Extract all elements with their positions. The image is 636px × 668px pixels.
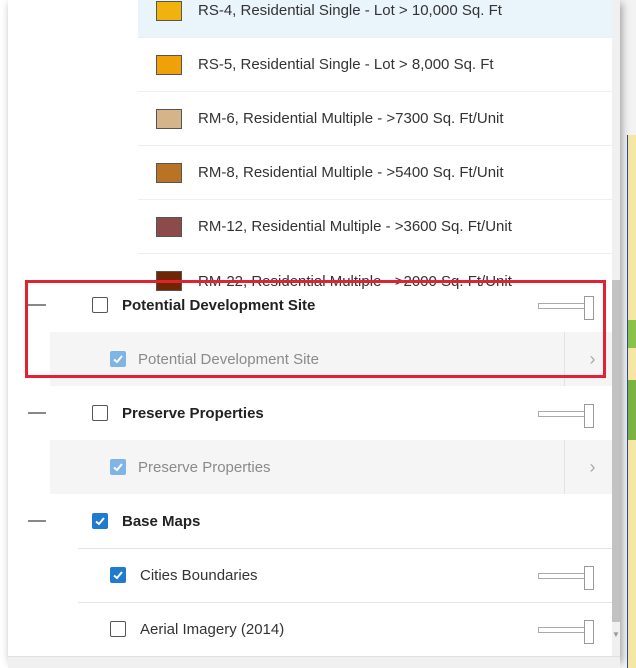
- layer-visibility-checkbox[interactable]: [92, 405, 108, 421]
- sublayer-potential-development-site[interactable]: Potential Development Site ›: [50, 332, 620, 386]
- legend-item: RM-6, Residential Multiple - >7300 Sq. F…: [138, 92, 620, 146]
- layer-label: Base Maps: [122, 512, 201, 530]
- sublayer-label: Preserve Properties: [138, 458, 271, 476]
- legend-item: RS-4, Residential Single - Lot > 10,000 …: [138, 0, 620, 38]
- layer-visibility-checkbox[interactable]: [92, 513, 108, 529]
- layer-label: Potential Development Site: [122, 296, 316, 314]
- opacity-slider[interactable]: [538, 620, 596, 644]
- sublayer-visibility-checkbox[interactable]: [110, 459, 126, 475]
- layer-visibility-checkbox[interactable]: [92, 297, 108, 313]
- legend-swatch: [156, 54, 182, 75]
- legend-swatch: [156, 0, 182, 21]
- legend-label: RM-12, Residential Multiple - >3600 Sq. …: [198, 218, 512, 235]
- legend-swatch: [156, 108, 182, 129]
- layer-label: Cities Boundaries: [140, 566, 258, 584]
- legend-item: RS-5, Residential Single - Lot > 8,000 S…: [138, 38, 620, 92]
- scroll-down-icon[interactable]: ▼: [612, 630, 620, 639]
- collapse-icon[interactable]: [28, 520, 46, 522]
- layer-preserve-properties[interactable]: Preserve Properties: [8, 386, 612, 440]
- layer-base-maps[interactable]: Base Maps: [8, 494, 612, 548]
- sublayer-visibility-checkbox[interactable]: [110, 351, 126, 367]
- legend-item: RM-8, Residential Multiple - >5400 Sq. F…: [138, 146, 620, 200]
- layer-aerial-imagery[interactable]: Aerial Imagery (2014): [8, 602, 612, 656]
- layer-cities-boundaries[interactable]: Cities Boundaries: [8, 548, 612, 602]
- scrollbar-thumb[interactable]: [612, 280, 620, 622]
- legend-label: RS-5, Residential Single - Lot > 8,000 S…: [198, 56, 494, 73]
- layer-label: Aerial Imagery (2014): [140, 620, 285, 638]
- layer-label: Preserve Properties: [122, 404, 264, 422]
- sublayer-preserve-properties[interactable]: Preserve Properties ›: [50, 440, 620, 494]
- map-feature: [628, 380, 636, 440]
- legend-item: RM-12, Residential Multiple - >3600 Sq. …: [138, 200, 620, 254]
- layer-visibility-checkbox[interactable]: [110, 567, 126, 583]
- collapse-icon[interactable]: [28, 304, 46, 306]
- panel-footer: [8, 656, 620, 668]
- map-feature: [628, 320, 636, 348]
- legend-swatch: [156, 216, 182, 237]
- legend-label: RM-8, Residential Multiple - >5400 Sq. F…: [198, 164, 504, 181]
- opacity-slider[interactable]: [538, 404, 596, 428]
- collapse-icon[interactable]: [28, 412, 46, 414]
- legend-label: RM-6, Residential Multiple - >7300 Sq. F…: [198, 110, 504, 127]
- legend-swatch: [156, 162, 182, 183]
- legend-label: RS-4, Residential Single - Lot > 10,000 …: [198, 2, 502, 19]
- opacity-slider[interactable]: [538, 566, 596, 590]
- layer-visibility-checkbox[interactable]: [110, 621, 126, 637]
- layer-potential-development-site[interactable]: Potential Development Site: [8, 278, 612, 332]
- opacity-slider[interactable]: [538, 296, 596, 320]
- sublayer-label: Potential Development Site: [138, 350, 319, 368]
- layer-list-panel: RS-4, Residential Single - Lot > 10,000 …: [8, 0, 620, 660]
